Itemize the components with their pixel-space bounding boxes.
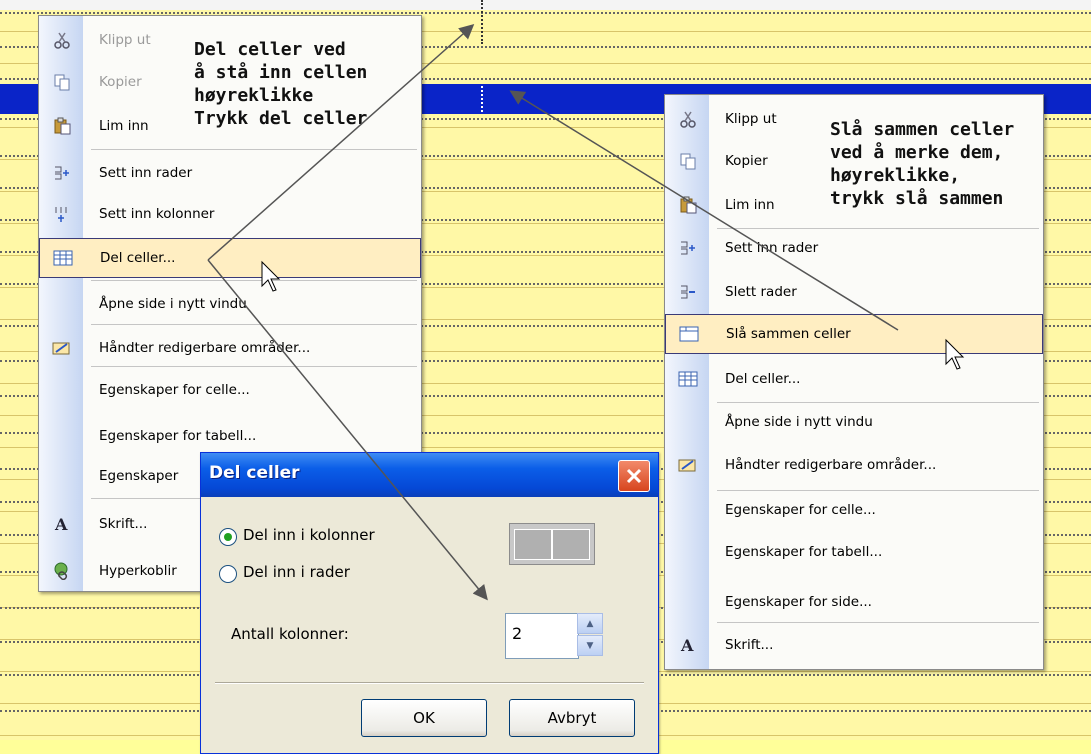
menu-item-label: Håndter redigerbare områder... xyxy=(725,457,937,473)
menu-item-label: Sett inn rader xyxy=(725,240,819,256)
instruction-note-merge: Slå sammen celler ved å merke dem, høyre… xyxy=(830,119,1015,209)
menu-item-label: Egenskaper for tabell... xyxy=(725,544,883,560)
split-preview xyxy=(509,523,595,565)
radio-rows[interactable] xyxy=(219,565,237,583)
delete-rows-icon xyxy=(677,281,699,303)
menu-item-5[interactable]: Del celler... xyxy=(39,238,421,278)
menu-item-6[interactable]: Åpne side i nytt vindu xyxy=(39,284,421,324)
column-count-stepper[interactable]: ▲ ▼ xyxy=(577,613,603,657)
table-row-border xyxy=(0,12,1091,14)
merge-cells-icon xyxy=(678,323,700,345)
close-icon xyxy=(626,468,642,484)
menu-separator xyxy=(91,149,417,150)
insert-rows-icon xyxy=(51,162,73,184)
svg-text:A: A xyxy=(54,515,68,533)
instruction-note-split: Del celler ved å stå inn cellen høyrekli… xyxy=(194,39,368,129)
menu-item-label: Egenskaper for celle... xyxy=(99,382,250,398)
paste-icon xyxy=(677,194,699,216)
radio-columns-label: Del inn i kolonner xyxy=(243,526,375,544)
menu-item-label: Lim inn xyxy=(725,197,775,213)
menu-item-label: Åpne side i nytt vindu xyxy=(725,414,873,430)
menu-item-label: Kopier xyxy=(725,153,768,169)
menu-item-label: Håndter redigerbare områder... xyxy=(99,340,311,356)
menu-item-label: Hyperkoblir xyxy=(99,563,177,579)
menu-item-label: Egenskaper for tabell... xyxy=(99,428,257,444)
radio-rows-label: Del inn i rader xyxy=(243,563,350,581)
font-icon: A xyxy=(677,634,699,656)
menu-item-11[interactable]: Egenskaper for side... xyxy=(665,582,1043,622)
menu-item-label: Slå sammen celler xyxy=(726,326,851,342)
svg-text:A: A xyxy=(680,636,694,654)
split-cells-dialog: Del celler Del inn i kolonner Del inn i … xyxy=(200,452,659,754)
menu-item-9[interactable]: Egenskaper for celle... xyxy=(665,490,1043,530)
stepper-down-icon[interactable]: ▼ xyxy=(577,635,603,656)
menu-item-10[interactable]: Egenskaper for tabell... xyxy=(665,532,1043,572)
column-count-input[interactable]: 2 xyxy=(505,613,579,659)
menu-item-4[interactable]: Sett inn kolonner xyxy=(39,194,421,234)
dialog-divider xyxy=(215,682,644,684)
menu-item-5[interactable]: Slå sammen celler xyxy=(665,314,1043,354)
menu-item-label: Skrift... xyxy=(725,637,774,653)
editable-regions-icon xyxy=(677,454,699,476)
copy-icon xyxy=(51,71,73,93)
menu-item-label: Egenskaper for side... xyxy=(725,594,872,610)
menu-separator xyxy=(91,366,417,367)
font-icon: A xyxy=(51,513,73,535)
table-column-border xyxy=(481,0,483,44)
menu-item-label: Klipp ut xyxy=(99,32,151,48)
menu-item-8[interactable]: Håndter redigerbare områder... xyxy=(665,445,1043,485)
menu-item-label: Lim inn xyxy=(99,118,149,134)
ok-button[interactable]: OK xyxy=(361,699,487,737)
menu-item-9[interactable]: Egenskaper for tabell... xyxy=(39,416,421,456)
menu-separator xyxy=(717,228,1039,229)
editor-top-strip xyxy=(0,0,1091,10)
menu-item-label: Del celler... xyxy=(100,250,176,266)
menu-separator xyxy=(717,622,1039,623)
table-column-border xyxy=(481,86,483,112)
menu-item-3[interactable]: Sett inn rader xyxy=(39,153,421,193)
split-cells-icon xyxy=(52,247,74,269)
insert-columns-icon xyxy=(51,203,73,225)
paste-icon xyxy=(51,115,73,137)
close-button[interactable] xyxy=(618,460,650,492)
menu-item-12[interactable]: A Skrift... xyxy=(665,625,1043,665)
menu-separator xyxy=(91,280,417,281)
insert-rows-icon xyxy=(677,237,699,259)
menu-separator xyxy=(717,490,1039,491)
menu-item-3[interactable]: Sett inn rader xyxy=(665,228,1043,268)
menu-item-label: Skrift... xyxy=(99,516,148,532)
menu-item-label: Sett inn rader xyxy=(99,165,193,181)
menu-item-label: Egenskaper for celle... xyxy=(725,502,876,518)
column-count-label: Antall kolonner: xyxy=(231,625,349,643)
menu-separator xyxy=(91,324,417,325)
menu-item-7[interactable]: Håndter redigerbare områder... xyxy=(39,328,421,368)
menu-item-label: Slett rader xyxy=(725,284,797,300)
scissors-icon xyxy=(677,108,699,130)
cancel-button[interactable]: Avbryt xyxy=(509,699,635,737)
dialog-title: Del celler xyxy=(209,463,300,483)
scissors-icon xyxy=(51,29,73,51)
menu-item-7[interactable]: Åpne side i nytt vindu xyxy=(665,402,1043,442)
menu-item-label: Kopier xyxy=(99,74,142,90)
column-count-value: 2 xyxy=(512,624,523,643)
copy-icon xyxy=(677,150,699,172)
menu-item-label: Klipp ut xyxy=(725,111,777,127)
menu-item-8[interactable]: Egenskaper for celle... xyxy=(39,370,421,410)
menu-item-6[interactable]: Del celler... xyxy=(665,359,1043,399)
hyperlink-icon xyxy=(51,560,73,582)
stepper-up-icon[interactable]: ▲ xyxy=(577,613,603,634)
menu-item-label: Åpne side i nytt vindu xyxy=(99,296,247,312)
menu-item-label: Del celler... xyxy=(725,371,801,387)
radio-columns[interactable] xyxy=(219,528,237,546)
menu-item-4[interactable]: Slett rader xyxy=(665,272,1043,312)
menu-item-label: Sett inn kolonner xyxy=(99,206,215,222)
menu-separator xyxy=(717,402,1039,403)
split-cells-icon xyxy=(677,368,699,390)
dialog-titlebar[interactable]: Del celler xyxy=(201,453,658,497)
editable-regions-icon xyxy=(51,337,73,359)
menu-item-label: Egenskaper xyxy=(99,468,179,484)
